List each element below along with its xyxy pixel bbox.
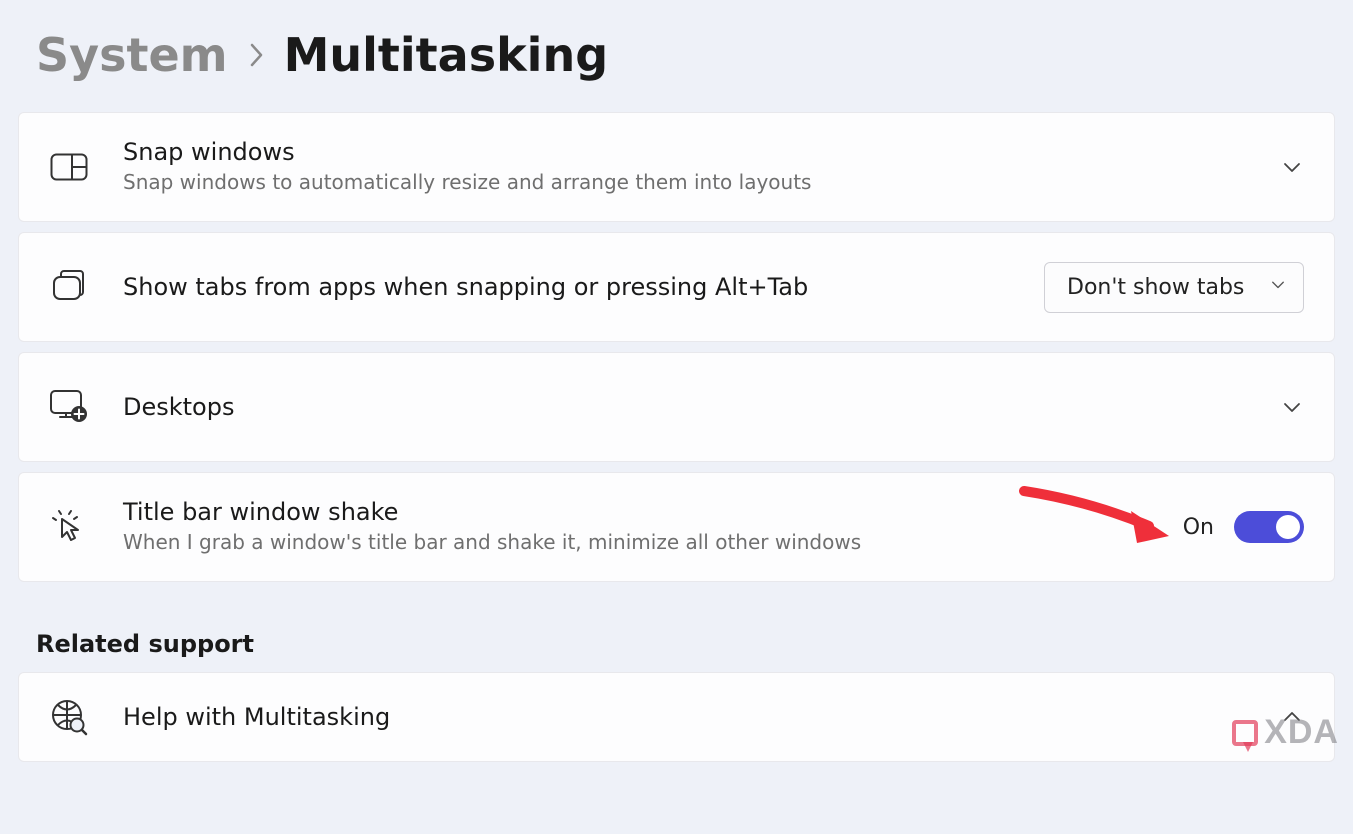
tabs-icon [49, 269, 89, 305]
help-multitasking-card[interactable]: Help with Multitasking [18, 672, 1335, 762]
title-bar-shake-title: Title bar window shake [123, 498, 1149, 526]
chevron-right-icon [246, 41, 266, 69]
show-tabs-dropdown[interactable]: Don't show tabs [1044, 262, 1304, 313]
show-tabs-title: Show tabs from apps when snapping or pre… [123, 273, 1010, 301]
toggle-knob [1276, 515, 1300, 539]
breadcrumb-parent[interactable]: System [36, 28, 228, 82]
title-bar-shake-card: Title bar window shake When I grab a win… [18, 472, 1335, 582]
chevron-down-icon [1280, 155, 1304, 179]
help-multitasking-title: Help with Multitasking [123, 703, 1246, 731]
snap-windows-title: Snap windows [123, 138, 1246, 166]
chevron-down-icon [1280, 395, 1304, 419]
related-support-heading: Related support [0, 582, 1353, 672]
title-bar-shake-toggle-label: On [1183, 515, 1214, 540]
show-tabs-card: Show tabs from apps when snapping or pre… [18, 232, 1335, 342]
snap-windows-card[interactable]: Snap windows Snap windows to automatical… [18, 112, 1335, 222]
breadcrumb: System Multitasking [0, 28, 1353, 112]
desktops-card[interactable]: Desktops [18, 352, 1335, 462]
shake-cursor-icon [49, 509, 89, 545]
title-bar-shake-toggle[interactable] [1234, 511, 1304, 543]
snap-windows-desc: Snap windows to automatically resize and… [123, 168, 1246, 196]
chevron-down-icon [1269, 275, 1287, 300]
snap-windows-icon [49, 153, 89, 181]
globe-search-icon [49, 698, 89, 736]
show-tabs-dropdown-value: Don't show tabs [1067, 275, 1244, 300]
title-bar-shake-desc: When I grab a window's title bar and sha… [123, 528, 1149, 556]
desktops-icon [49, 388, 89, 426]
page-title: Multitasking [284, 28, 609, 82]
desktops-title: Desktops [123, 393, 1246, 421]
chevron-up-icon [1280, 705, 1304, 729]
